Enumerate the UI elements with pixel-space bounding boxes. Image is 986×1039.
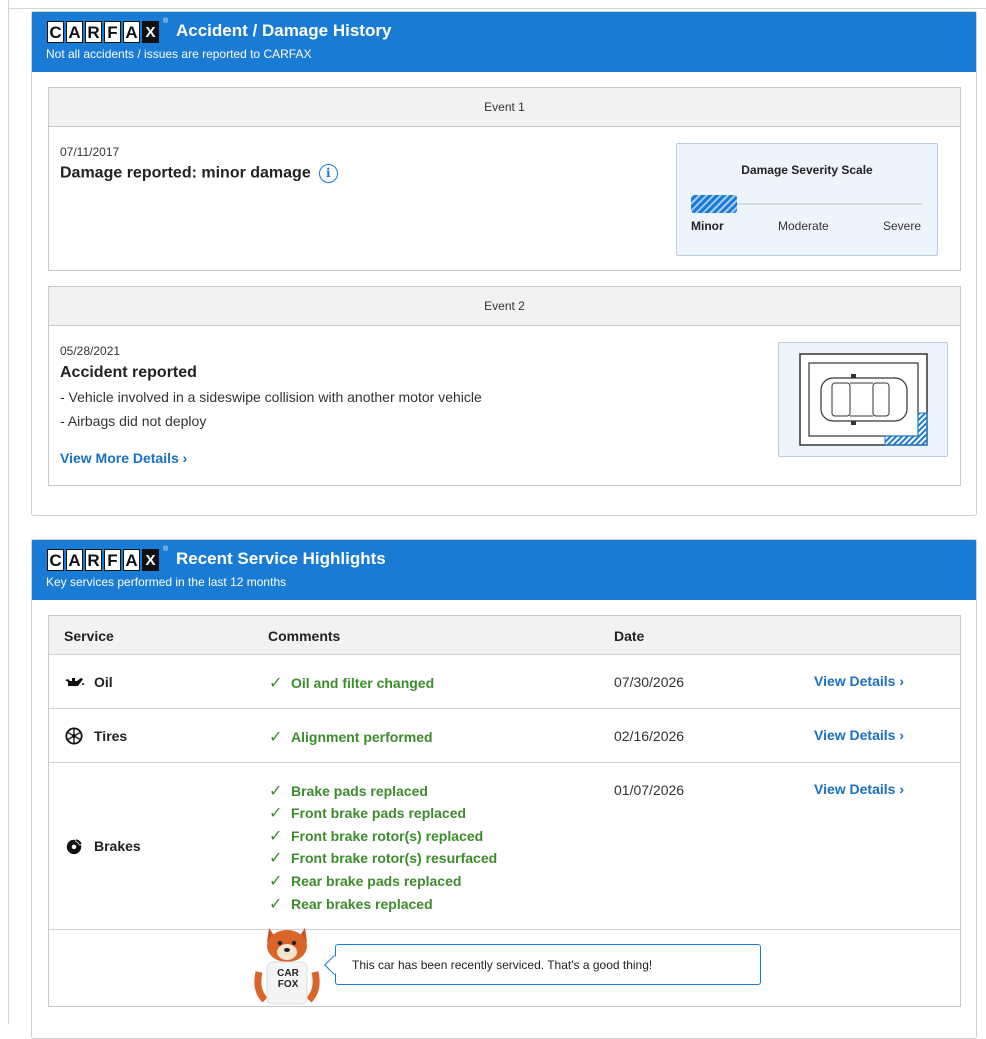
service-summary-row: CAR FOX This car has been recently servi… xyxy=(49,928,960,1006)
severity-label-minor: Minor xyxy=(691,219,724,233)
accident-panel-title: Accident / Damage History xyxy=(176,21,392,40)
accident-panel-subtitle: Not all accidents / issues are reported … xyxy=(46,47,312,61)
check-icon: ✓ xyxy=(269,828,283,845)
event-1-card: Event 1 07/11/2017 Damage reported: mino… xyxy=(48,87,961,271)
severity-label-severe: Severe xyxy=(883,219,922,233)
damage-severity-scale: Damage Severity Scale Minor Moderate Sev… xyxy=(676,143,938,256)
severity-scale-title: Damage Severity Scale xyxy=(741,163,873,177)
tire-icon xyxy=(65,727,83,745)
service-message-bubble: This car has been recently serviced. Tha… xyxy=(324,944,761,985)
severity-label-moderate: Moderate xyxy=(778,219,829,233)
check-icon: ✓ xyxy=(269,805,283,822)
check-icon: ✓ xyxy=(269,729,283,746)
check-icon: ✓ xyxy=(269,783,283,800)
oil-can-icon xyxy=(65,678,84,686)
carfax-logo: CARFAX xyxy=(47,21,161,43)
service-panel-subtitle: Key services performed in the last 12 mo… xyxy=(46,575,287,589)
service-comment: ✓ Front brake pads replaced xyxy=(269,805,467,822)
service-panel-header: CARFAX ® Recent Service Highlights Key s… xyxy=(32,540,976,600)
event-1-header: Event 1 xyxy=(49,88,960,127)
view-details-link[interactable]: View Details › xyxy=(814,781,904,797)
info-icon[interactable]: i xyxy=(318,164,338,183)
service-comment: ✓ Front brake rotor(s) resurfaced xyxy=(269,850,498,867)
service-date: 02/16/2026 xyxy=(614,728,685,744)
service-comment: ✓ Alignment performed xyxy=(269,729,433,746)
service-comment: ✓ Rear brakes replaced xyxy=(269,896,433,913)
carfox-mascot: CAR FOX xyxy=(249,920,329,1006)
page-top-border xyxy=(8,8,986,9)
event-1-date: 07/11/2017 xyxy=(60,145,120,159)
table-row: Tires ✓ Alignment performed 02/16/2026 Vi… xyxy=(49,709,960,763)
car-damage-diagram-icon xyxy=(778,342,948,457)
table-row: Oil ✓ Oil and filter changed 07/30/2026 V… xyxy=(49,655,960,709)
carfax-logo: CARFAX xyxy=(47,549,161,571)
service-comment: ✓ Brake pads replaced xyxy=(269,783,428,800)
page-left-border xyxy=(8,0,9,1024)
table-header-row: Service Comments Date xyxy=(49,616,960,655)
severity-fill xyxy=(691,195,737,213)
check-icon: ✓ xyxy=(269,896,283,913)
service-comment: ✓ Rear brake pads replaced xyxy=(269,873,462,890)
event-2-date: 05/28/2021 xyxy=(60,344,121,358)
check-icon: ✓ xyxy=(269,873,283,890)
accident-panel-header: CARFAX ® Accident / Damage History Not a… xyxy=(32,12,976,72)
check-icon: ✓ xyxy=(269,675,283,692)
service-highlights-panel: CARFAX ® Recent Service Highlights Key s… xyxy=(31,539,977,1039)
event-2-header: Event 2 xyxy=(49,287,960,326)
column-header-service: Service xyxy=(64,628,114,644)
trademark-mark: ® xyxy=(163,546,169,553)
brake-disc-icon xyxy=(66,838,83,855)
event-1-title: Damage reported: minor damage i xyxy=(60,164,338,183)
table-row: Brakes ✓ Brake pads replaced ✓ Front brake… xyxy=(49,763,960,930)
service-name: Tires xyxy=(64,727,127,745)
view-more-details-link[interactable]: View More Details › xyxy=(60,450,187,466)
service-date: 01/07/2026 xyxy=(614,782,685,798)
event-2-card: Event 2 05/28/2021 Accident reported - V… xyxy=(48,286,961,486)
column-header-date: Date xyxy=(614,628,645,644)
service-date: 07/30/2026 xyxy=(614,674,685,690)
accident-history-panel: CARFAX ® Accident / Damage History Not a… xyxy=(31,11,977,516)
event-2-detail: - Vehicle involved in a sideswipe collis… xyxy=(60,389,482,405)
service-panel-title: Recent Service Highlights xyxy=(176,549,386,568)
service-table: Service Comments Date Oil ✓ Oil and filte… xyxy=(48,615,961,1007)
service-name: Oil xyxy=(64,673,113,691)
column-header-comments: Comments xyxy=(268,628,341,644)
check-icon: ✓ xyxy=(269,850,283,867)
service-comment: ✓ Oil and filter changed xyxy=(269,675,435,692)
trademark-mark: ® xyxy=(163,18,169,25)
view-details-link[interactable]: View Details › xyxy=(814,727,904,743)
service-comment: ✓ Front brake rotor(s) replaced xyxy=(269,828,484,845)
service-name: Brakes xyxy=(64,837,141,855)
view-details-link[interactable]: View Details › xyxy=(814,673,904,689)
event-2-title: Accident reported xyxy=(60,364,197,381)
mascot-shirt-text: CAR FOX xyxy=(277,968,299,990)
event-2-detail: - Airbags did not deploy xyxy=(60,413,207,429)
